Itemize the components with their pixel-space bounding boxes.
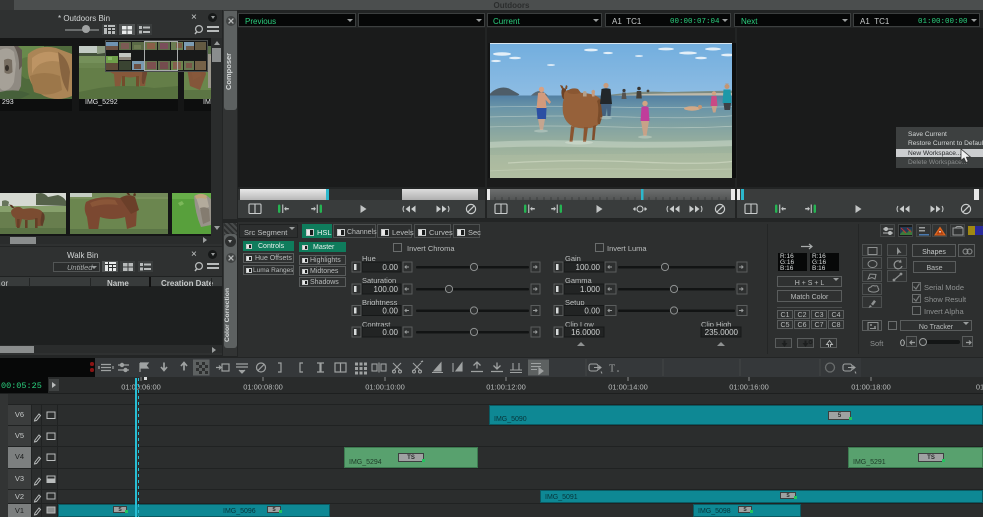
svg-text:235.0000: 235.0000 — [705, 328, 739, 337]
svg-text:01:00:10:00: 01:00:10:00 — [365, 383, 405, 392]
svg-text:01:00:16:00: 01:00:16:00 — [729, 383, 769, 392]
svg-text:0.00: 0.00 — [382, 307, 398, 316]
svg-text:0.00: 0.00 — [584, 307, 600, 316]
svg-text:100.00: 100.00 — [374, 285, 399, 294]
svg-text:0.00: 0.00 — [382, 328, 398, 337]
svg-text:01:00:08:00: 01:00:08:00 — [243, 383, 283, 392]
svg-text:T: T — [609, 364, 615, 375]
svg-text:01:00:14:00: 01:00:14:00 — [608, 383, 648, 392]
svg-text:16.0000: 16.0000 — [571, 328, 600, 337]
svg-text:1.000: 1.000 — [580, 285, 601, 294]
svg-text:100.00: 100.00 — [576, 263, 601, 272]
svg-text:01:00:18:00: 01:00:18:00 — [851, 383, 891, 392]
svg-text:01:00:06:00: 01:00:06:00 — [121, 383, 161, 392]
svg-text:01: 01 — [976, 383, 983, 392]
svg-text:01:00:12:00: 01:00:12:00 — [486, 383, 526, 392]
svg-text:0.00: 0.00 — [382, 263, 398, 272]
